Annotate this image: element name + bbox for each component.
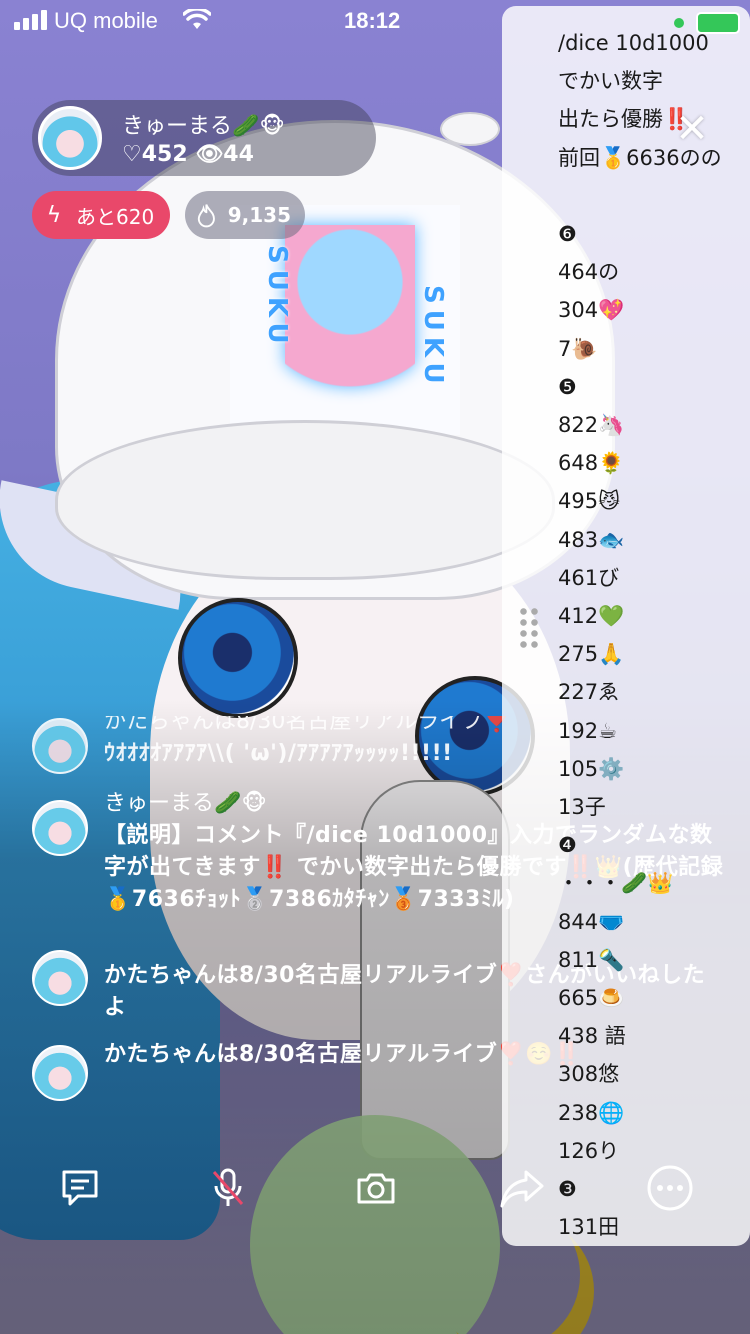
comment-overlay-panel[interactable]: /dice 10d1000 でかい数字 出たら優勝‼️ 前回🥇6636のの ❻ … bbox=[502, 6, 750, 1246]
streamer-info[interactable]: きゅーまる🥒🐵 ♡452 👁44 bbox=[32, 100, 376, 176]
wifi-icon bbox=[183, 9, 211, 29]
comment-icon bbox=[62, 1170, 98, 1206]
carrier-label: UQ mobile bbox=[54, 8, 158, 33]
remaining-badge[interactable]: ϟ あと620 bbox=[32, 191, 170, 239]
drag-handle-icon[interactable] bbox=[518, 606, 540, 648]
patch-character bbox=[285, 225, 415, 415]
streamer-name: きゅーまる🥒🐵 bbox=[122, 114, 285, 139]
lightning-icon: ϟ bbox=[46, 202, 62, 228]
chat-avatar[interactable] bbox=[32, 718, 88, 774]
patch-text-left: SUKU bbox=[262, 245, 292, 350]
share-button[interactable] bbox=[492, 1158, 552, 1218]
more-icon bbox=[647, 1165, 693, 1211]
chat-avatar[interactable] bbox=[32, 800, 88, 856]
viewer-count: 👁44 bbox=[195, 142, 254, 167]
close-icon[interactable]: ✕ bbox=[672, 109, 712, 149]
more-button[interactable] bbox=[640, 1158, 700, 1218]
clock: 18:12 bbox=[344, 8, 401, 33]
signal-icon bbox=[14, 10, 47, 30]
streamer-stats: ♡452 👁44 bbox=[122, 142, 254, 167]
remaining-label: あと620 bbox=[76, 204, 155, 229]
patch-text-right: SUKU bbox=[418, 285, 448, 390]
bottom-toolbar bbox=[0, 1150, 750, 1230]
mic-muted-icon bbox=[212, 1168, 244, 1206]
points-label: 9,135 bbox=[227, 203, 291, 227]
chat-avatar[interactable] bbox=[32, 950, 88, 1006]
points-badge[interactable]: 9,135 bbox=[185, 191, 305, 239]
share-icon bbox=[500, 1170, 544, 1208]
cap-brim bbox=[55, 420, 555, 580]
flame-icon bbox=[197, 204, 215, 228]
cap-button bbox=[440, 112, 500, 146]
likes-count: ♡452 bbox=[122, 142, 188, 167]
camera-icon bbox=[357, 1173, 395, 1204]
panel-text: /dice 10d1000 でかい数字 出たら優勝‼️ 前回🥇6636のの ❻ … bbox=[558, 31, 722, 1240]
camera-button[interactable] bbox=[346, 1158, 406, 1218]
mic-button[interactable] bbox=[198, 1158, 258, 1218]
chat-avatar[interactable] bbox=[32, 1045, 88, 1101]
avatar[interactable] bbox=[38, 106, 102, 170]
comment-button[interactable] bbox=[50, 1158, 110, 1218]
